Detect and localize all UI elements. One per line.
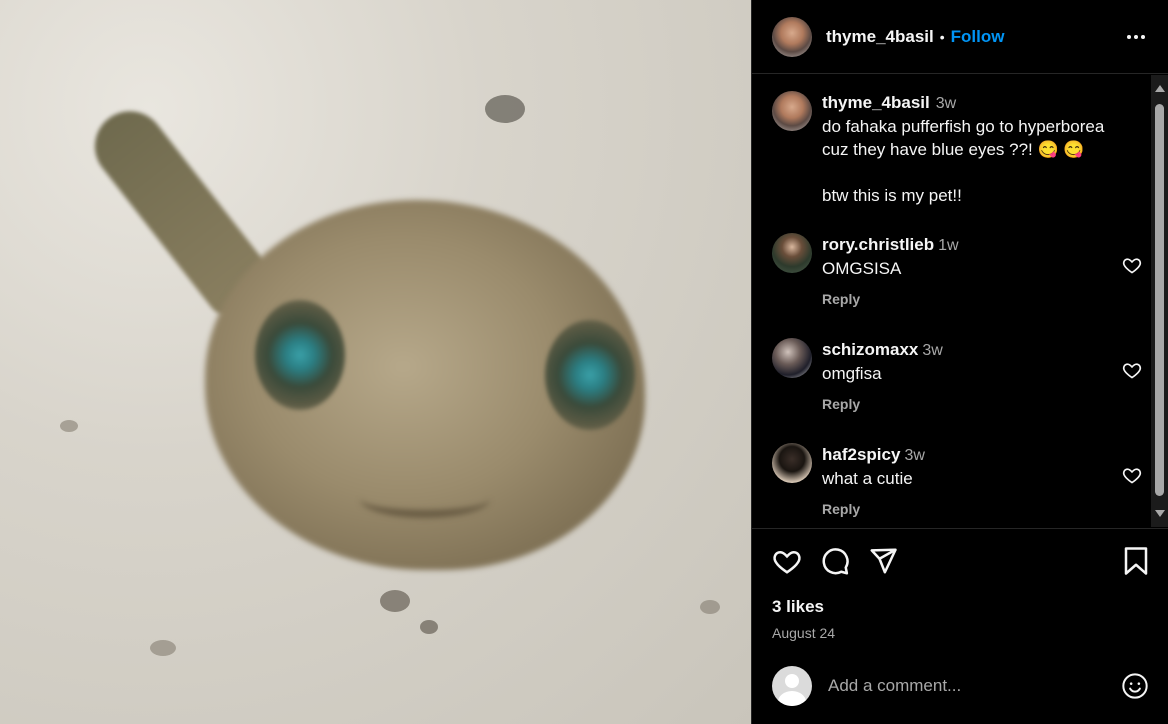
reply-button[interactable]: Reply: [822, 393, 1142, 416]
heart-icon[interactable]: [772, 546, 802, 576]
comment-username[interactable]: schizomaxx: [822, 340, 918, 359]
comment-bubble-icon[interactable]: [820, 546, 850, 576]
fish-eye-right: [545, 320, 635, 430]
author-username[interactable]: thyme_4basil: [826, 27, 934, 47]
post-header: thyme_4basil • Follow: [752, 0, 1168, 74]
fish-mouth: [360, 480, 490, 518]
caption-text: do fahaka pufferfish go to hyperborea cu…: [822, 117, 1105, 205]
emoji-icon[interactable]: [1121, 672, 1149, 700]
image-detail: [150, 640, 176, 656]
reply-button[interactable]: Reply: [822, 288, 1142, 311]
image-detail: [60, 420, 78, 432]
scrollbar-thumb[interactable]: [1155, 104, 1164, 496]
author-avatar[interactable]: [772, 16, 812, 57]
caption-username[interactable]: thyme_4basil: [822, 93, 930, 112]
comments-scrollbar[interactable]: [1151, 75, 1168, 527]
caption-avatar[interactable]: [772, 91, 812, 131]
reply-button[interactable]: Reply: [822, 498, 1142, 521]
image-detail: [380, 590, 410, 612]
commenter-avatar[interactable]: [772, 233, 812, 273]
post-actions: 3 likes August 24: [752, 528, 1168, 641]
comment-text: OMGSISA: [822, 259, 902, 278]
comment-text: omgfisa: [822, 364, 882, 383]
heart-icon[interactable]: [1122, 360, 1142, 385]
likes-count[interactable]: 3 likes: [772, 597, 1149, 617]
comment-time: 1w: [938, 237, 959, 254]
post-side-panel: thyme_4basil • Follow thyme_4basil 3w do …: [751, 0, 1168, 724]
comments-list[interactable]: thyme_4basil 3w do fahaka pufferfish go t…: [752, 75, 1152, 527]
image-detail: [485, 95, 525, 123]
add-comment-input[interactable]: [828, 676, 1121, 696]
comment-item: rory.christlieb 1w OMGSISA Reply: [772, 233, 1142, 311]
follow-button[interactable]: Follow: [951, 27, 1005, 47]
post-caption: thyme_4basil 3w do fahaka pufferfish go t…: [772, 91, 1132, 207]
add-comment-bar: [752, 648, 1168, 724]
comment-time: 3w: [922, 342, 943, 359]
bookmark-icon[interactable]: [1123, 546, 1149, 576]
comment-item: schizomaxx 3w omgfisa Reply: [772, 338, 1142, 416]
heart-icon[interactable]: [1122, 465, 1142, 490]
image-detail: [420, 620, 438, 634]
scroll-up-arrow-icon[interactable]: [1155, 85, 1165, 92]
comment-time: 3w: [904, 447, 925, 464]
image-detail: [700, 600, 720, 614]
comment-username[interactable]: rory.christlieb: [822, 235, 934, 254]
commenter-avatar[interactable]: [772, 338, 812, 378]
caption-time: 3w: [935, 95, 957, 112]
paper-plane-icon[interactable]: [868, 546, 898, 576]
post-modal: thyme_4basil • Follow thyme_4basil 3w do …: [0, 0, 1168, 724]
current-user-avatar: [772, 666, 812, 706]
commenter-avatar[interactable]: [772, 443, 812, 483]
more-options-icon[interactable]: [1124, 25, 1148, 49]
separator-dot: •: [939, 28, 945, 45]
comment-text: what a cutie: [822, 469, 913, 488]
heart-icon[interactable]: [1122, 255, 1142, 280]
fish-eye-left: [255, 300, 345, 410]
scroll-down-arrow-icon[interactable]: [1155, 510, 1165, 517]
comment-username[interactable]: haf2spicy: [822, 445, 900, 464]
post-image[interactable]: [0, 0, 751, 724]
post-date: August 24: [772, 625, 836, 641]
comment-item: haf2spicy 3w what a cutie Reply: [772, 443, 1142, 521]
